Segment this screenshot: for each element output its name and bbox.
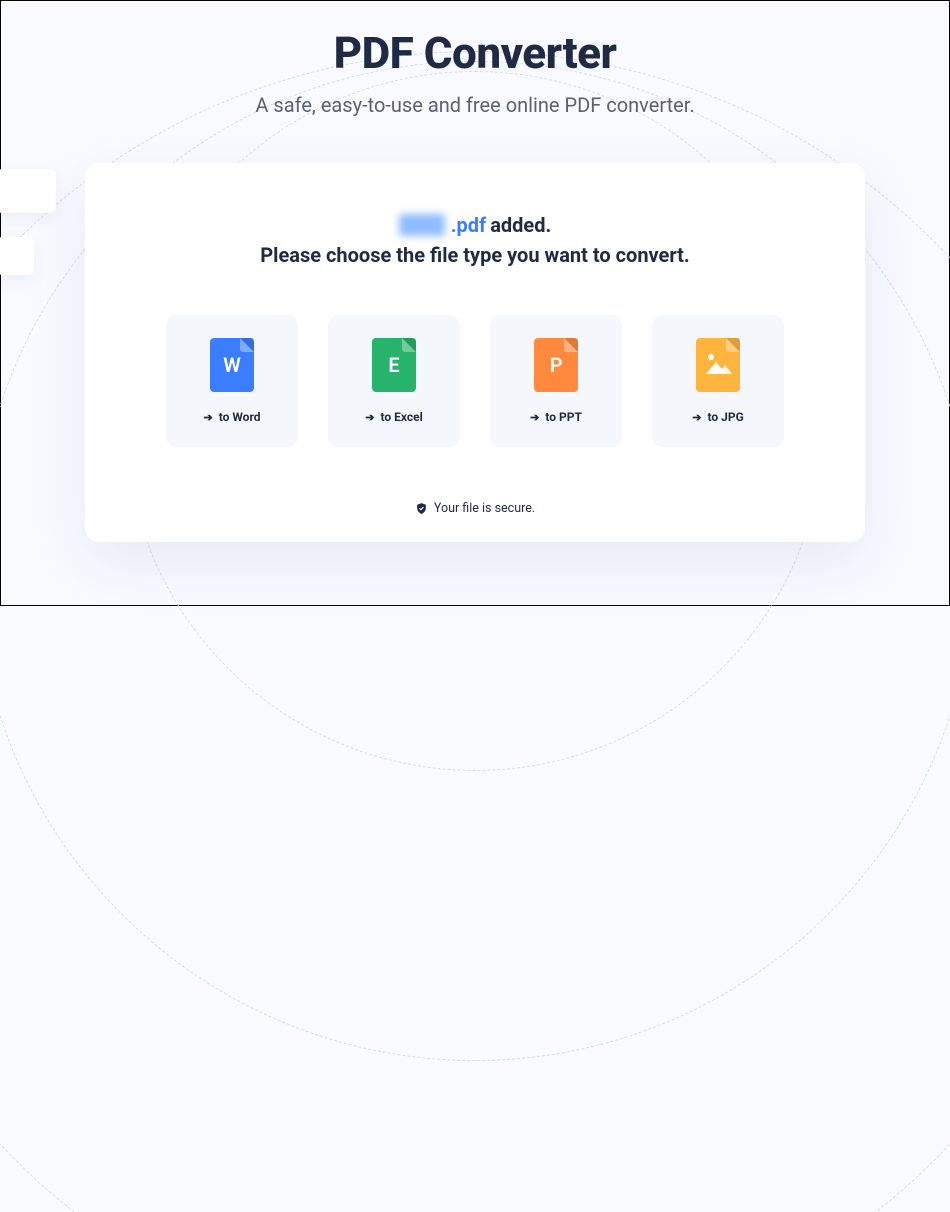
convert-options: W ➔ to Word E ➔ to Excel (166, 315, 784, 447)
convert-to-word-label: ➔ to Word (203, 410, 260, 424)
convert-to-ppt-button[interactable]: P ➔ to PPT (490, 315, 622, 447)
jpg-file-icon (696, 338, 740, 392)
arrow-right-icon: ➔ (365, 411, 374, 424)
secure-notice: Your file is secure. (415, 501, 535, 516)
secure-text: Your file is secure. (434, 501, 535, 516)
page-subtitle: A safe, easy-to-use and free online PDF … (255, 93, 694, 117)
instruction-text: Please choose the file type you want to … (260, 243, 689, 267)
convert-to-jpg-button[interactable]: ➔ to JPG (652, 315, 784, 447)
ppt-file-icon: P (534, 338, 578, 392)
ppt-icon-letter: P (550, 353, 563, 377)
page-title: PDF Converter (334, 27, 617, 79)
arrow-right-icon: ➔ (692, 411, 701, 424)
convert-to-excel-button[interactable]: E ➔ to Excel (328, 315, 460, 447)
file-added-suffix: added. (490, 213, 551, 237)
arrow-right-icon: ➔ (530, 411, 539, 424)
convert-to-word-button[interactable]: W ➔ to Word (166, 315, 298, 447)
file-added-line: .pdf added. (399, 213, 552, 237)
excel-file-icon: E (372, 338, 416, 392)
convert-to-excel-label: ➔ to Excel (365, 410, 423, 424)
excel-icon-letter: E (388, 353, 399, 377)
word-file-icon: W (210, 338, 254, 392)
word-icon-letter: W (223, 353, 241, 377)
arrow-right-icon: ➔ (203, 411, 212, 424)
file-name-redacted (399, 214, 445, 236)
converter-panel: .pdf added. Please choose the file type … (85, 163, 865, 542)
convert-to-jpg-label: ➔ to JPG (692, 410, 744, 424)
convert-to-ppt-label: ➔ to PPT (530, 410, 582, 424)
image-icon (706, 356, 730, 374)
file-extension: .pdf (451, 213, 486, 237)
shield-check-icon (415, 502, 428, 515)
